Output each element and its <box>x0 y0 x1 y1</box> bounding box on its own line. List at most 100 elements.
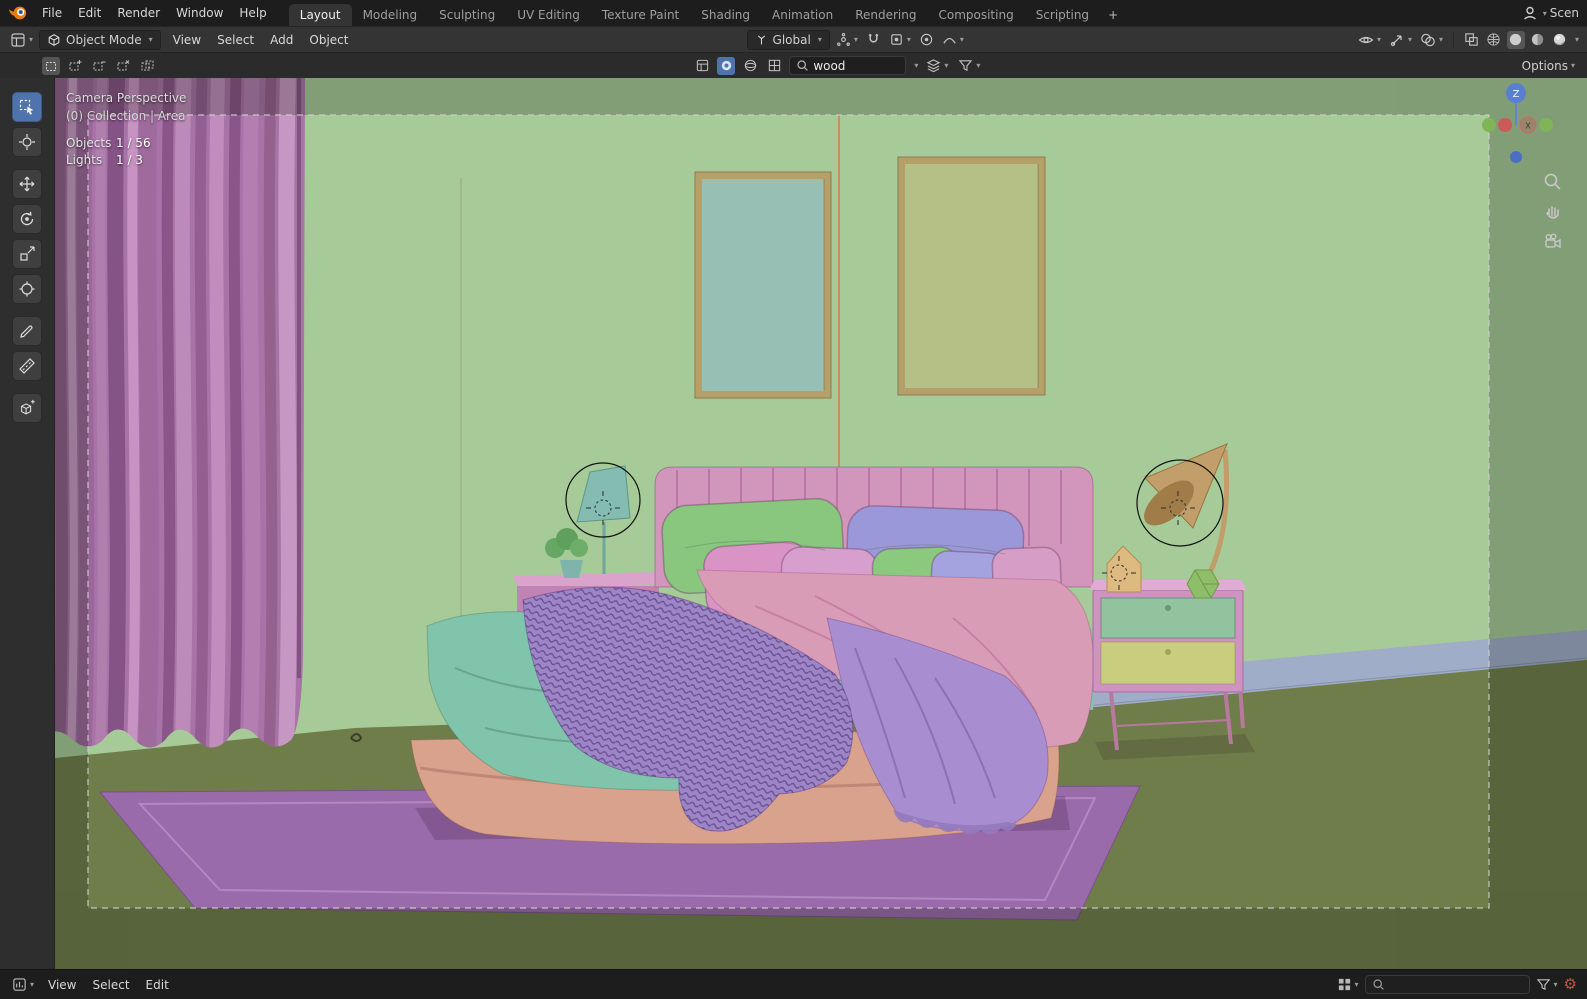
tab-rendering[interactable]: Rendering <box>844 4 927 26</box>
select-mode-new-icon[interactable] <box>42 56 60 75</box>
grid-display-icon <box>1338 978 1350 991</box>
bottom-menu-view[interactable]: View <box>40 976 84 994</box>
tab-compositing[interactable]: Compositing <box>927 4 1024 26</box>
funnel-icon <box>1536 979 1550 991</box>
falloff-dropdown[interactable]: ▾ <box>940 31 966 48</box>
zoom-icon <box>1544 173 1561 190</box>
bottom-editor-header: ▾ View Select Edit ▾ ▾ ⚙ <box>0 969 1587 999</box>
shading-rendered-icon[interactable] <box>1551 31 1569 49</box>
shading-solid-icon[interactable] <box>1506 30 1525 49</box>
tab-uv-editing[interactable]: UV Editing <box>506 4 591 26</box>
snap-target-dropdown[interactable]: ▾ <box>887 31 913 48</box>
bottom-menu-edit[interactable]: Edit <box>138 976 177 994</box>
select-mode-invert-icon[interactable] <box>114 57 132 75</box>
filter-sphere-icon[interactable] <box>741 57 759 75</box>
tool-select-box[interactable] <box>12 92 42 122</box>
statusbar-search-field[interactable] <box>1364 975 1530 994</box>
zoom-button[interactable] <box>1539 168 1565 194</box>
axis-x-label: X <box>1525 122 1531 131</box>
tab-scripting[interactable]: Scripting <box>1025 4 1100 26</box>
layers-dropdown[interactable]: ▾ <box>924 57 950 74</box>
chevron-down-icon: ▾ <box>1542 8 1547 18</box>
mode-dropdown[interactable]: Object Mode ▾ <box>39 29 161 50</box>
funnel-icon <box>959 60 973 72</box>
tab-texture-paint[interactable]: Texture Paint <box>591 4 690 26</box>
tool-annotate[interactable] <box>12 316 42 346</box>
3d-viewport[interactable]: Camera Perspective (0) Collection | Area… <box>55 78 1587 969</box>
filter-funnel-dropdown[interactable]: ▾ <box>956 57 982 74</box>
options-dropdown[interactable]: Options ▾ <box>1520 58 1577 74</box>
navigation-gizmo[interactable]: Z X <box>1471 80 1561 170</box>
bottom-editor-type-button[interactable]: ▾ <box>10 976 36 993</box>
tab-layout[interactable]: Layout <box>288 4 352 26</box>
menu-add[interactable]: Add <box>262 31 301 49</box>
filter-collection-icon[interactable] <box>693 57 711 75</box>
tab-modeling[interactable]: Modeling <box>352 4 429 26</box>
tool-search-field[interactable] <box>789 56 907 75</box>
editor-type-button[interactable]: ▾ <box>8 31 35 49</box>
visibility-dropdown[interactable]: ▾ <box>1356 31 1383 49</box>
axis-icon <box>757 35 765 45</box>
settings-gear-icon[interactable]: ⚙ <box>1564 977 1577 992</box>
menu-view[interactable]: View <box>165 31 209 49</box>
search-input[interactable] <box>813 58 900 73</box>
statusbar-filter-dropdown[interactable]: ▾ <box>1534 976 1560 993</box>
blender-window: File Edit Render Window Help Layout Mode… <box>0 0 1587 999</box>
proportional-editing-icon[interactable] <box>917 31 936 48</box>
menu-help[interactable]: Help <box>231 4 274 22</box>
curtains[interactable] <box>55 78 305 753</box>
tab-animation[interactable]: Animation <box>761 4 844 26</box>
topbar: File Edit Render Window Help Layout Mode… <box>0 0 1587 26</box>
display-mode-dropdown[interactable]: ▾ <box>1335 976 1361 993</box>
xray-toggle-icon[interactable] <box>1462 31 1481 48</box>
viewport-header: ▾ Object Mode ▾ View Select Add Object Gl… <box>0 26 1587 52</box>
tool-transform[interactable] <box>12 274 42 304</box>
camera-icon <box>1545 233 1561 249</box>
filter-active-icon[interactable] <box>717 56 736 75</box>
scene-selector[interactable]: Scen <box>1550 6 1579 20</box>
picture-frame-right[interactable] <box>897 156 1046 396</box>
search-icon <box>797 60 809 71</box>
camera-view-button[interactable] <box>1539 228 1565 254</box>
tool-add-cube[interactable] <box>12 393 42 423</box>
bottom-menu-select[interactable]: Select <box>85 976 138 994</box>
axis-z-label: Z <box>1513 89 1520 100</box>
cube-icon <box>48 33 60 46</box>
menu-window[interactable]: Window <box>168 4 231 22</box>
hand-icon <box>1546 206 1559 219</box>
shading-material-icon[interactable] <box>1529 31 1547 49</box>
select-mode-subtract-icon[interactable] <box>90 57 108 75</box>
menu-edit[interactable]: Edit <box>70 4 109 22</box>
tab-shading[interactable]: Shading <box>690 4 761 26</box>
search-dropdown[interactable]: ▾ <box>914 61 918 70</box>
tool-cursor[interactable] <box>12 127 42 157</box>
select-mode-intersect-icon[interactable] <box>138 57 156 75</box>
tool-measure[interactable] <box>12 351 42 381</box>
overlays-dropdown[interactable]: ▾ <box>1418 31 1445 49</box>
picture-frame-left[interactable] <box>694 171 832 399</box>
add-workspace-button[interactable]: + <box>1100 4 1126 26</box>
blender-logo-icon[interactable] <box>8 5 28 21</box>
tab-sculpting[interactable]: Sculpting <box>428 4 506 26</box>
menu-render[interactable]: Render <box>109 4 168 22</box>
tool-settings-bar: ▾ ▾ ▾ Options▾ <box>0 52 1587 78</box>
user-profile-icon[interactable] <box>1522 5 1538 21</box>
filter-grid-icon[interactable] <box>765 57 783 75</box>
select-mode-extend-icon[interactable] <box>66 57 84 75</box>
shading-dropdown[interactable]: ▾ <box>1575 35 1579 44</box>
menu-file[interactable]: File <box>34 4 70 22</box>
menu-object[interactable]: Object <box>301 31 356 49</box>
transform-orientation-dropdown[interactable]: Global ▾ <box>746 29 830 50</box>
3d-viewport-canvas[interactable] <box>55 78 1587 969</box>
pivot-point-dropdown[interactable]: ▾ <box>834 31 860 48</box>
tool-rotate[interactable] <box>12 204 42 234</box>
pan-button[interactable] <box>1539 198 1565 224</box>
tool-scale[interactable] <box>12 239 42 269</box>
menu-select[interactable]: Select <box>209 31 262 49</box>
shading-wireframe-icon[interactable] <box>1485 31 1503 49</box>
gizmos-dropdown[interactable]: ▾ <box>1387 31 1414 49</box>
tool-move[interactable] <box>12 169 42 199</box>
snap-magnet-icon[interactable] <box>864 31 883 48</box>
toolbar <box>0 78 55 969</box>
statusbar-search-input[interactable] <box>1388 977 1475 992</box>
